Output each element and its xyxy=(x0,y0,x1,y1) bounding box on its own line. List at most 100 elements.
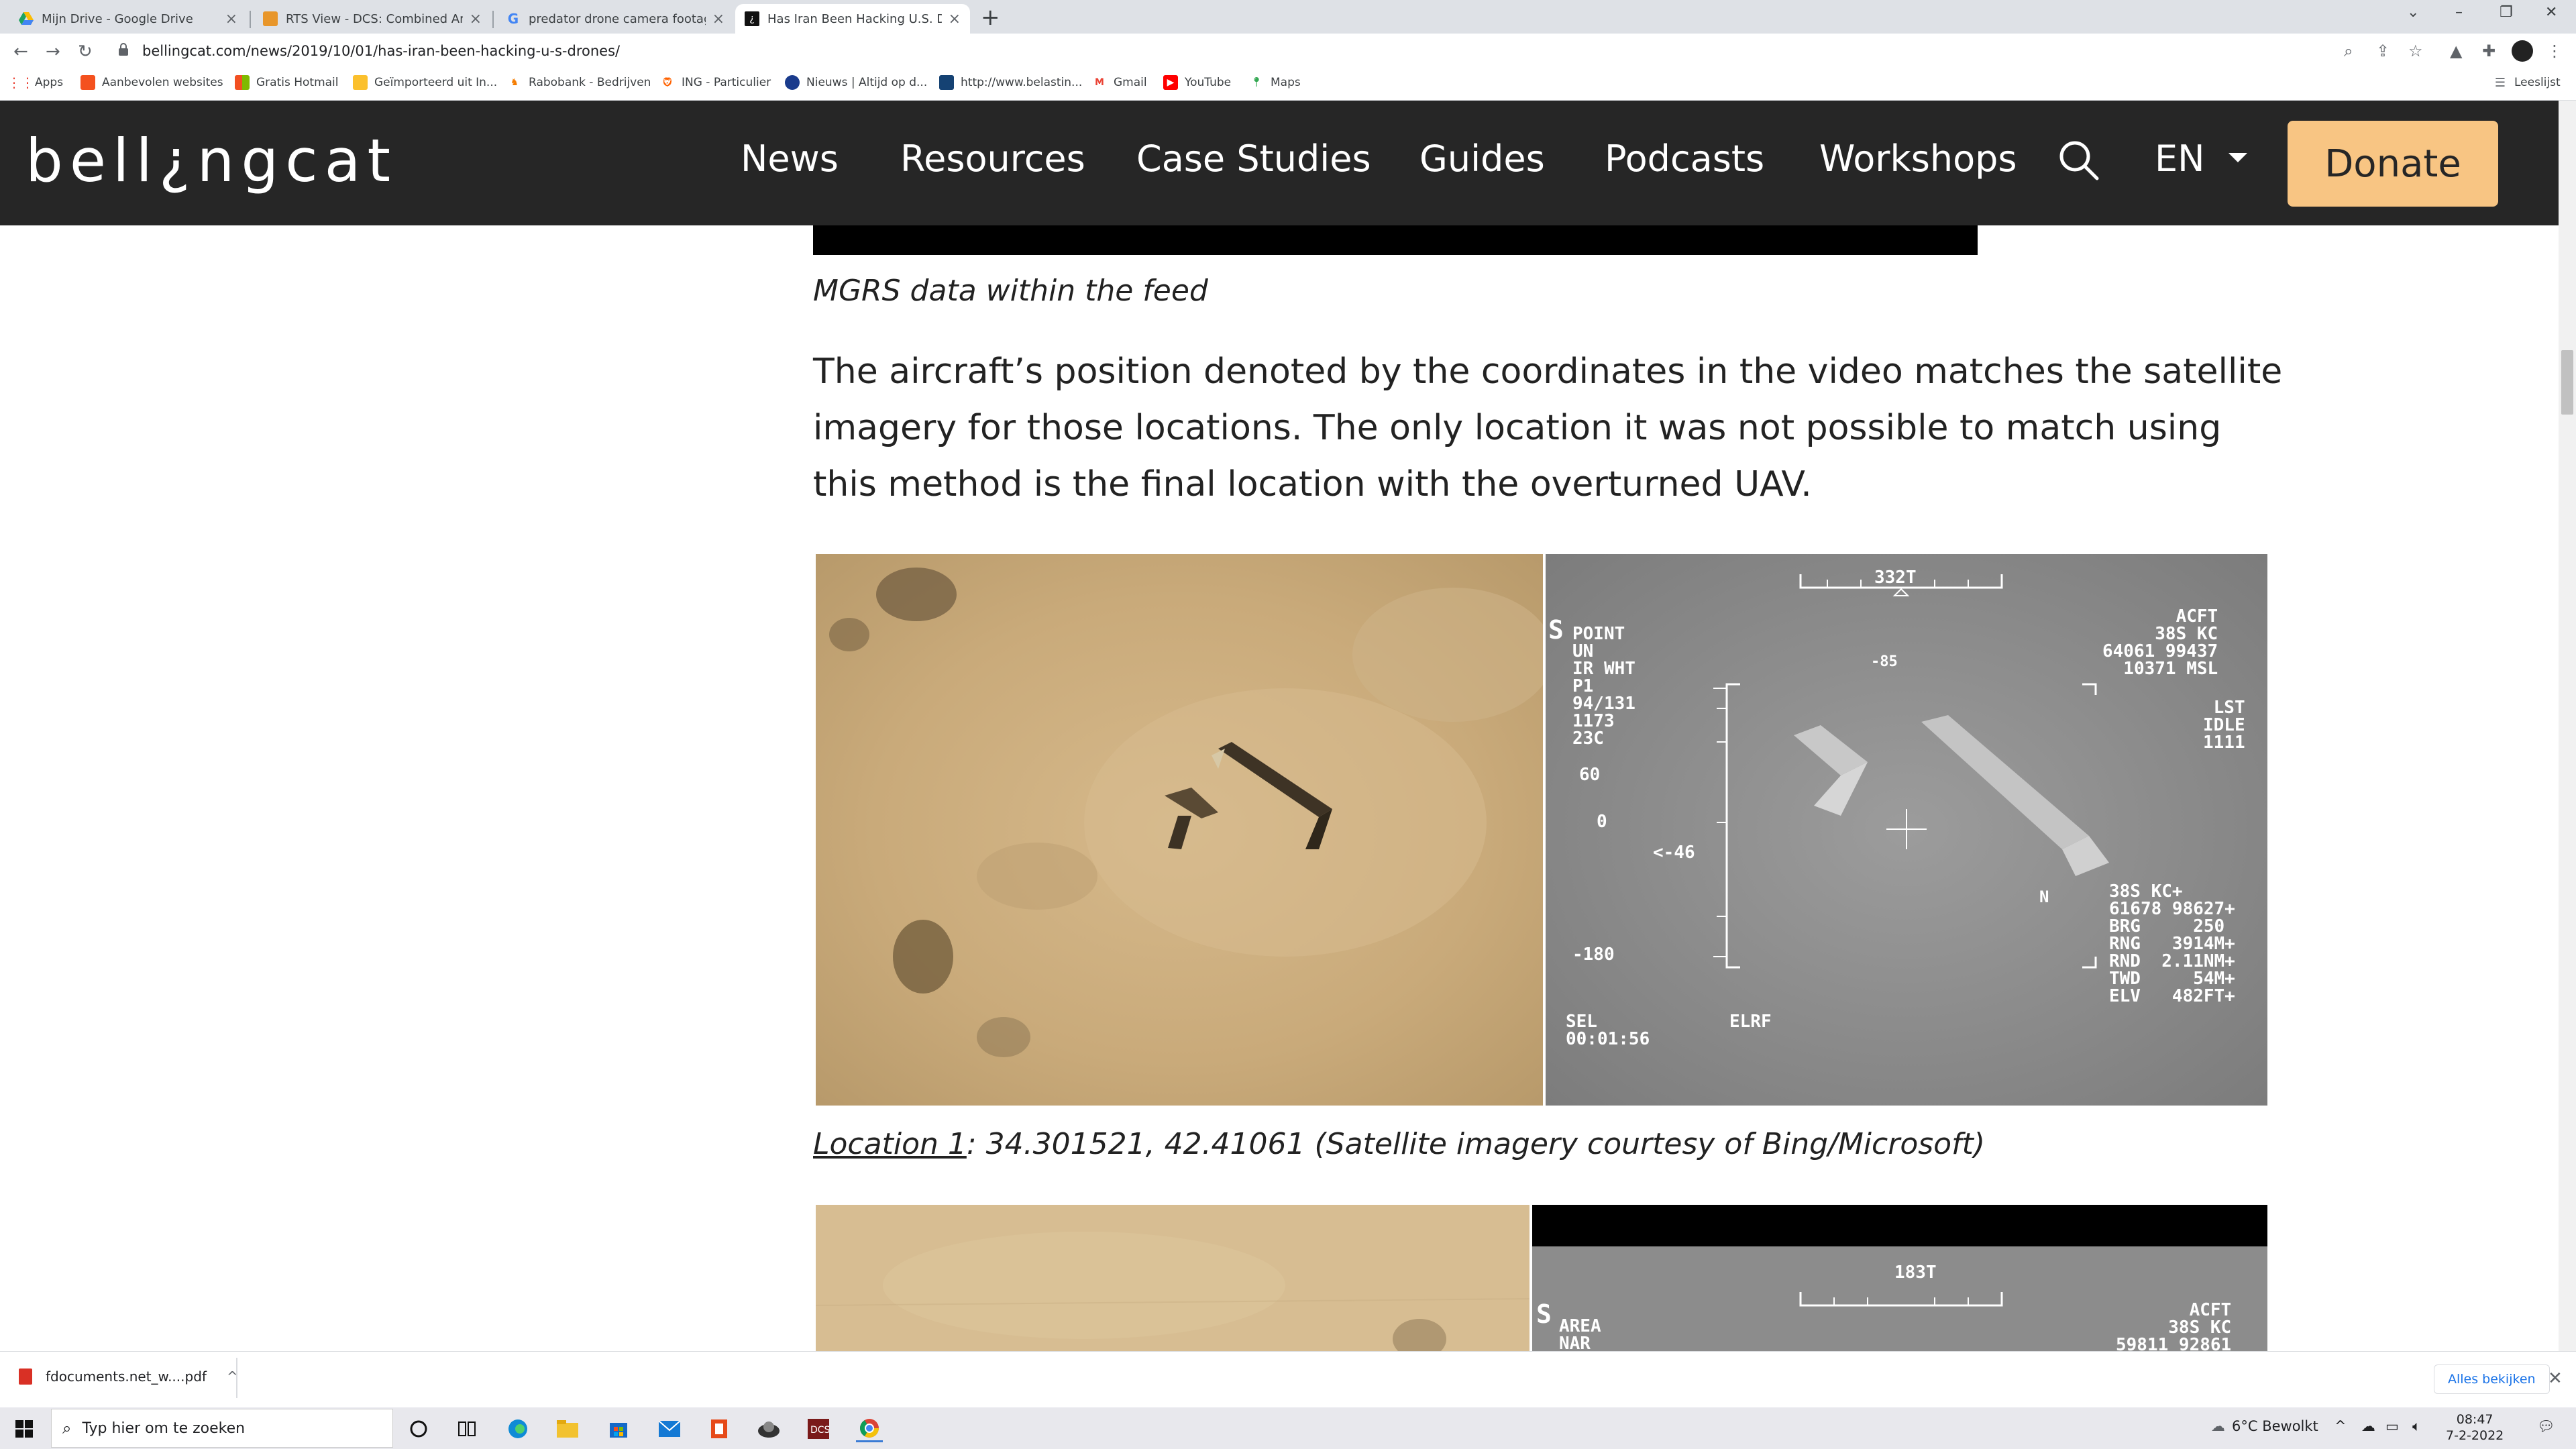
bookmark-nieuws[interactable]: Nieuws | Altijd op d... xyxy=(785,75,927,90)
microsoft-store-icon[interactable] xyxy=(605,1415,632,1442)
chevron-down-icon[interactable] xyxy=(2229,153,2247,162)
ir-scale-bottom: -180 xyxy=(1572,945,1615,965)
bookmark-aanbevolen[interactable]: Aanbevolen websites xyxy=(80,75,223,90)
forward-icon[interactable]: → xyxy=(46,42,60,62)
bookmark-rabobank[interactable]: ♞ Rabobank - Bedrijven xyxy=(507,75,651,90)
close-download-bar-icon[interactable]: ✕ xyxy=(2548,1368,2563,1389)
reload-icon[interactable]: ↻ xyxy=(78,42,93,62)
tab-close-icon[interactable]: × xyxy=(949,11,961,28)
nav-news[interactable]: News xyxy=(741,138,839,180)
bookmark-favicon-icon xyxy=(80,75,95,90)
windows-start-icon[interactable] xyxy=(11,1415,38,1442)
office-icon[interactable] xyxy=(706,1415,733,1442)
network-icon[interactable]: ▭ xyxy=(2385,1418,2399,1434)
dcs-icon xyxy=(263,11,278,26)
download-item[interactable]: fdocuments.net_w....pdf ^ xyxy=(19,1368,238,1385)
bellingcat-favicon: ¿ xyxy=(745,11,759,26)
back-icon[interactable]: ← xyxy=(13,42,28,62)
reading-list[interactable]: ☰ Leeslijst xyxy=(2493,75,2561,90)
gmail-icon: M xyxy=(1095,77,1104,88)
ir-right-block: ACFT 38S KC 64061 99437 10371 MSL xyxy=(2102,606,2218,679)
youtube-icon: ▶ xyxy=(1163,75,1178,90)
satellite-image-location-1 xyxy=(816,554,1543,1106)
nav-resources[interactable]: Resources xyxy=(900,138,1085,180)
bookmark-gmail[interactable]: M Gmail xyxy=(1092,75,1147,90)
tab-google-search[interactable]: G predator drone camera footage × xyxy=(496,4,734,34)
zoom-icon[interactable]: ⌕ xyxy=(2344,42,2353,60)
ir2-right-block: ACFT 38S KC 59811 92861 xyxy=(2116,1300,2232,1351)
onedrive-icon[interactable]: ☁ xyxy=(2361,1418,2375,1434)
view-all-downloads-button[interactable]: Alles bekijken xyxy=(2434,1364,2550,1394)
tab-close-icon[interactable]: × xyxy=(470,11,482,28)
chrome-icon[interactable] xyxy=(856,1415,883,1442)
system-clock[interactable]: 08:47 7-2-2022 xyxy=(2446,1411,2504,1444)
tab-close-icon[interactable]: × xyxy=(712,11,724,28)
minimize-button[interactable]: – xyxy=(2455,4,2463,21)
ir2-heading-readout: 183T xyxy=(1894,1263,1937,1283)
nav-case-studies[interactable]: Case Studies xyxy=(1136,138,1371,180)
ir-heading-sub: -85 xyxy=(1871,653,1898,670)
previous-image-bottom xyxy=(813,225,1978,255)
nieuws-icon xyxy=(785,75,800,90)
volume-icon[interactable]: 🔈︎ xyxy=(2412,1418,2421,1435)
drone-ir-footage-location-1: 332T -85 S POINT UN IR WHT P1 94/131 117… xyxy=(1546,554,2267,1106)
tab-bellingcat-active[interactable]: ¿ Has Iran Been Hacking U.S. Drones × xyxy=(735,4,970,34)
bookmark-apps[interactable]: ⋮⋮ Apps xyxy=(7,74,63,91)
tab-rts-view[interactable]: RTS View - DCS: Combined Arms × xyxy=(254,4,491,34)
dcs-app-icon[interactable]: DCS xyxy=(805,1415,832,1442)
article-paragraph: The aircraft’s position denoted by the c… xyxy=(813,352,2283,504)
google-icon: G xyxy=(507,11,519,27)
weather-widget[interactable]: ☁ 6°C Bewolkt xyxy=(2211,1418,2318,1434)
tray-chevron-up-icon[interactable]: ^ xyxy=(2334,1418,2347,1434)
bookmark-youtube[interactable]: ▶ YouTube xyxy=(1163,75,1231,90)
reading-list-icon: ☰ xyxy=(2494,75,2506,90)
rabobank-icon: ♞ xyxy=(510,77,519,88)
ir-heading-readout: 332T xyxy=(1874,568,1917,588)
ir-scale-zero: 0 xyxy=(1597,812,1607,832)
scrollbar-thumb[interactable] xyxy=(2561,350,2573,415)
tab-search-icon[interactable]: ⌄ xyxy=(2407,4,2419,21)
taskbar-search-input[interactable]: ⌕ Typ hier om te zoeken xyxy=(51,1409,393,1448)
microsoft-icon xyxy=(235,75,250,90)
search-icon[interactable] xyxy=(2057,138,2100,184)
restore-button[interactable]: ❐ xyxy=(2500,4,2513,21)
cloud-icon: ☁ xyxy=(2211,1418,2225,1434)
tab-google-drive[interactable]: Mijn Drive - Google Drive × xyxy=(9,4,247,34)
ir-scale-top: 60 xyxy=(1579,765,1601,785)
close-window-button[interactable]: ✕ xyxy=(2545,4,2557,21)
new-tab-button[interactable]: + xyxy=(981,4,1000,31)
notifications-icon[interactable]: 💬︎ xyxy=(2537,1418,2555,1435)
game-app-icon[interactable] xyxy=(755,1415,782,1442)
drive-extension-icon[interactable]: ▲ xyxy=(2450,42,2462,60)
tab-close-icon[interactable]: × xyxy=(225,11,237,28)
cortana-icon[interactable] xyxy=(405,1415,432,1442)
pdf-file-icon xyxy=(19,1368,32,1385)
address-bar[interactable]: bellingcat.com/news/2019/10/01/has-iran-… xyxy=(142,43,620,59)
file-explorer-icon[interactable] xyxy=(554,1415,581,1442)
lock-icon[interactable] xyxy=(118,43,129,59)
location-1-link[interactable]: Location 1 xyxy=(813,1127,967,1161)
bookmark-hotmail[interactable]: Gratis Hotmail xyxy=(235,75,339,90)
bookmark-folder-imported[interactable]: Geïmporteerd uit In... xyxy=(353,75,497,90)
bookmark-belasting[interactable]: http://www.belastin... xyxy=(939,75,1082,90)
language-selector[interactable]: EN xyxy=(2155,138,2205,180)
task-view-icon[interactable] xyxy=(453,1415,480,1442)
bookmark-ing[interactable]: 🦁︎ ING - Particulier xyxy=(660,75,771,90)
share-icon[interactable]: ⇪ xyxy=(2376,42,2390,60)
mail-icon[interactable] xyxy=(656,1415,683,1442)
satellite-image-location-2 xyxy=(816,1205,1529,1351)
profile-avatar[interactable] xyxy=(2512,40,2533,62)
tab-separator xyxy=(250,11,251,28)
extensions-puzzle-icon[interactable]: ✚ xyxy=(2482,42,2496,60)
bookmark-star-icon[interactable]: ☆ xyxy=(2408,42,2423,60)
nav-podcasts[interactable]: Podcasts xyxy=(1605,138,1764,180)
drone-ir-footage-location-2: 183T S AREA NAR ACFT 38S KC 59811 92861 xyxy=(1532,1205,2267,1351)
menu-kebab-icon[interactable]: ⋮ xyxy=(2546,42,2563,60)
donate-button[interactable]: Donate xyxy=(2288,121,2498,207)
edge-icon[interactable] xyxy=(504,1415,531,1442)
nav-workshops[interactable]: Workshops xyxy=(1819,138,2017,180)
bellingcat-logo[interactable]: bell¿ngcat xyxy=(25,126,397,195)
nav-guides[interactable]: Guides xyxy=(1419,138,1545,180)
bookmark-maps[interactable]: 📍︎ Maps xyxy=(1249,75,1301,90)
page-scrollbar[interactable] xyxy=(2559,101,2576,1351)
